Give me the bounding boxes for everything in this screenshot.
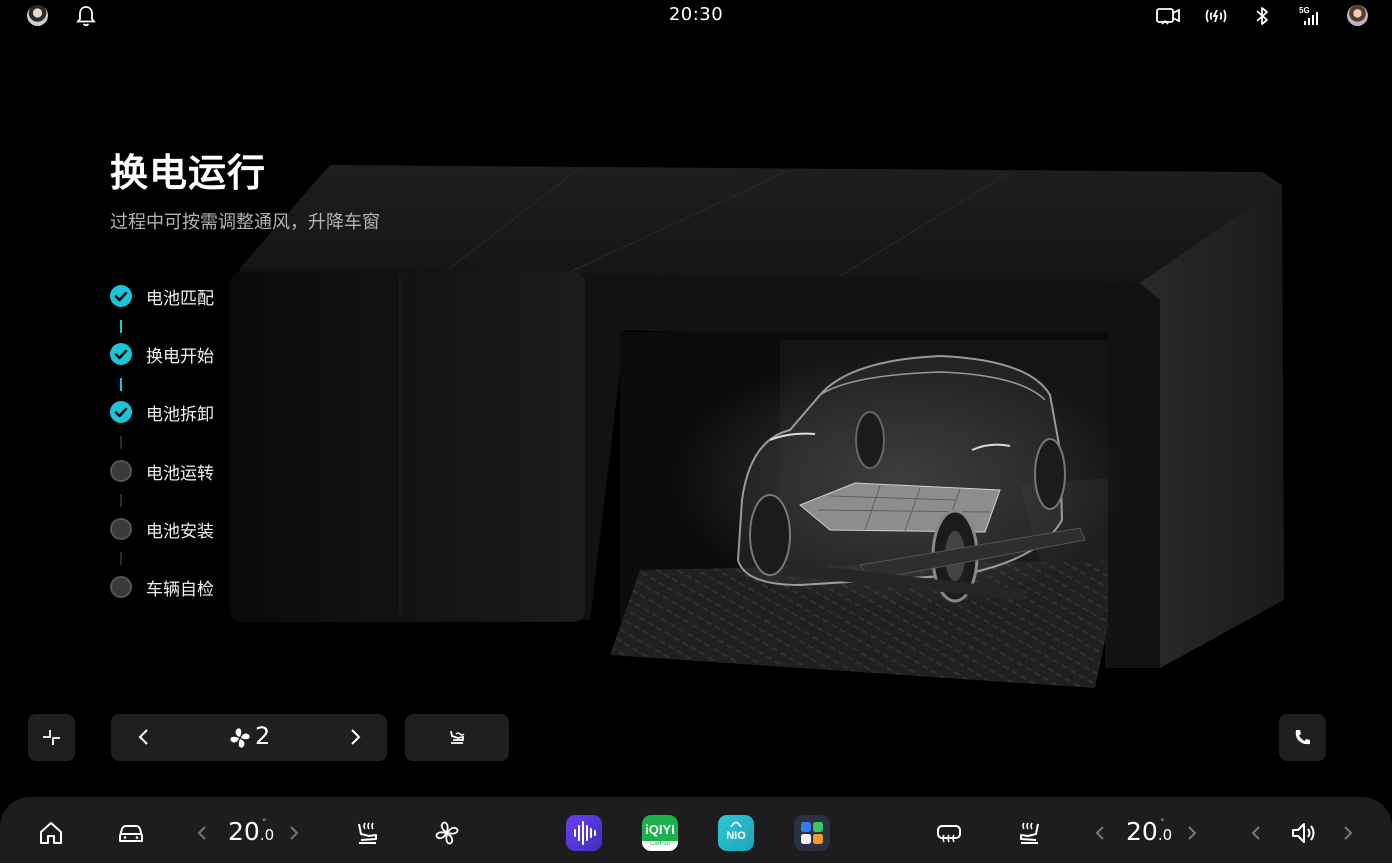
- step-label: 电池匹配: [146, 289, 214, 309]
- phone-icon: [1295, 730, 1310, 745]
- step-label: 车辆自检: [146, 580, 214, 600]
- step-connector: [120, 320, 122, 333]
- check-icon: [110, 285, 132, 307]
- pending-dot-icon: [110, 460, 132, 482]
- iqiyi-label: iQIYI: [645, 822, 675, 837]
- check-icon: [110, 401, 132, 423]
- profile-avatar[interactable]: [1347, 5, 1368, 26]
- phone-button[interactable]: [1279, 714, 1326, 761]
- wireless-charging-icon[interactable]: [1204, 5, 1228, 27]
- fan-level-value: 2: [255, 722, 271, 750]
- dashcam-icon[interactable]: [1156, 5, 1180, 27]
- volume-decrease-button[interactable]: [1246, 819, 1266, 847]
- nio-label: NIO: [726, 830, 746, 842]
- fan-icon: [230, 728, 250, 748]
- collapse-icon: [43, 730, 60, 745]
- left-temperature: 20.0: [228, 817, 274, 846]
- soundwave-icon: [574, 821, 596, 845]
- page-subtitle: 过程中可按需调整通风，升降车窗: [110, 212, 380, 233]
- fan-speed-control: 2: [111, 714, 387, 761]
- bluetooth-icon[interactable]: [1254, 5, 1270, 27]
- seat-ventilation-icon: [450, 730, 465, 744]
- step-label: 换电开始: [146, 347, 214, 367]
- step-label: 电池拆卸: [146, 405, 214, 425]
- step-connector: [120, 436, 122, 449]
- pending-dot-icon: [110, 518, 132, 540]
- volume-increase-button[interactable]: [1338, 819, 1358, 847]
- volume-icon[interactable]: [1290, 819, 1318, 847]
- rear-defrost-icon[interactable]: [935, 819, 963, 847]
- step-label: 电池运转: [146, 464, 214, 484]
- step-connector: [120, 552, 122, 565]
- step-connector: [120, 494, 122, 507]
- step-connector: [120, 378, 122, 391]
- passenger-seat-heating-icon[interactable]: [1016, 819, 1044, 847]
- left-temp-value: 20: [228, 817, 260, 846]
- page-title: 换电运行: [110, 151, 267, 195]
- signal-5g-icon: 5G: [1299, 6, 1318, 25]
- seat-heating-icon[interactable]: [353, 819, 381, 847]
- left-temp-decimal: .0: [259, 826, 275, 844]
- fan-increase-button[interactable]: [344, 726, 366, 748]
- fan-climate-icon[interactable]: [433, 819, 461, 847]
- car-screen: 20:30 5G 换电运行 过程中可按需调整通风，升降车窗 电池匹配 换电开始 …: [0, 0, 1392, 863]
- check-icon: [110, 343, 132, 365]
- left-temp-decrease-button[interactable]: [192, 819, 212, 847]
- seat-ventilation-button[interactable]: [405, 714, 509, 761]
- nio-logo-icon: [730, 821, 742, 828]
- right-temp-decimal: .0: [1157, 826, 1173, 844]
- car-icon[interactable]: [117, 819, 145, 847]
- iqiyi-app[interactable]: iQIYI CarFun: [642, 815, 678, 851]
- right-temp-decrease-button[interactable]: [1090, 819, 1110, 847]
- nio-app[interactable]: NIO: [718, 815, 754, 851]
- left-temp-unit: °: [262, 818, 267, 828]
- right-temperature: 20.0: [1126, 817, 1172, 846]
- clock: 20:30: [668, 4, 724, 25]
- iqiyi-sublabel: CarFun: [642, 841, 678, 851]
- app-grid-icon: [801, 822, 823, 844]
- battery-swap-station-illustration: [230, 165, 1284, 688]
- pending-dot-icon: [110, 576, 132, 598]
- app-grid[interactable]: [794, 815, 830, 851]
- network-label: 5G: [1299, 6, 1310, 15]
- left-temp-increase-button[interactable]: [284, 819, 304, 847]
- right-temp-increase-button[interactable]: [1182, 819, 1202, 847]
- right-temp-unit: °: [1160, 818, 1165, 828]
- fan-decrease-button[interactable]: [133, 726, 155, 748]
- status-bar: 20:30 5G: [0, 0, 1392, 32]
- collapse-button[interactable]: [28, 714, 75, 761]
- voice-assistant-app[interactable]: [566, 815, 602, 851]
- home-icon[interactable]: [37, 819, 65, 847]
- step-label: 电池安装: [146, 522, 214, 542]
- right-temp-value: 20: [1126, 817, 1158, 846]
